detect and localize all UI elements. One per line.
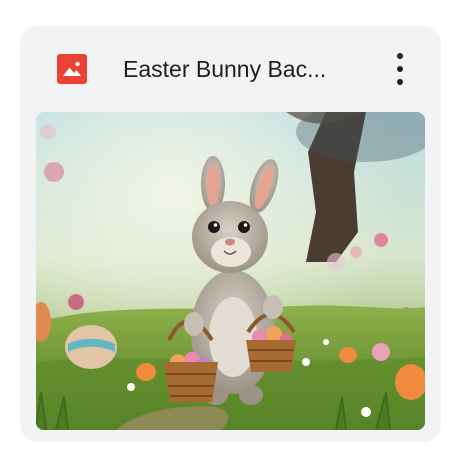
file-title[interactable]: Easter Bunny Bac... bbox=[123, 54, 355, 84]
file-thumbnail[interactable] bbox=[36, 112, 425, 430]
file-card[interactable]: Easter Bunny Bac... bbox=[20, 26, 441, 442]
more-options-button[interactable] bbox=[380, 47, 420, 91]
more-vert-icon bbox=[380, 47, 420, 91]
file-card-header: Easter Bunny Bac... bbox=[20, 26, 441, 112]
easter-bunny-image bbox=[36, 112, 425, 430]
image-file-icon bbox=[57, 54, 87, 84]
